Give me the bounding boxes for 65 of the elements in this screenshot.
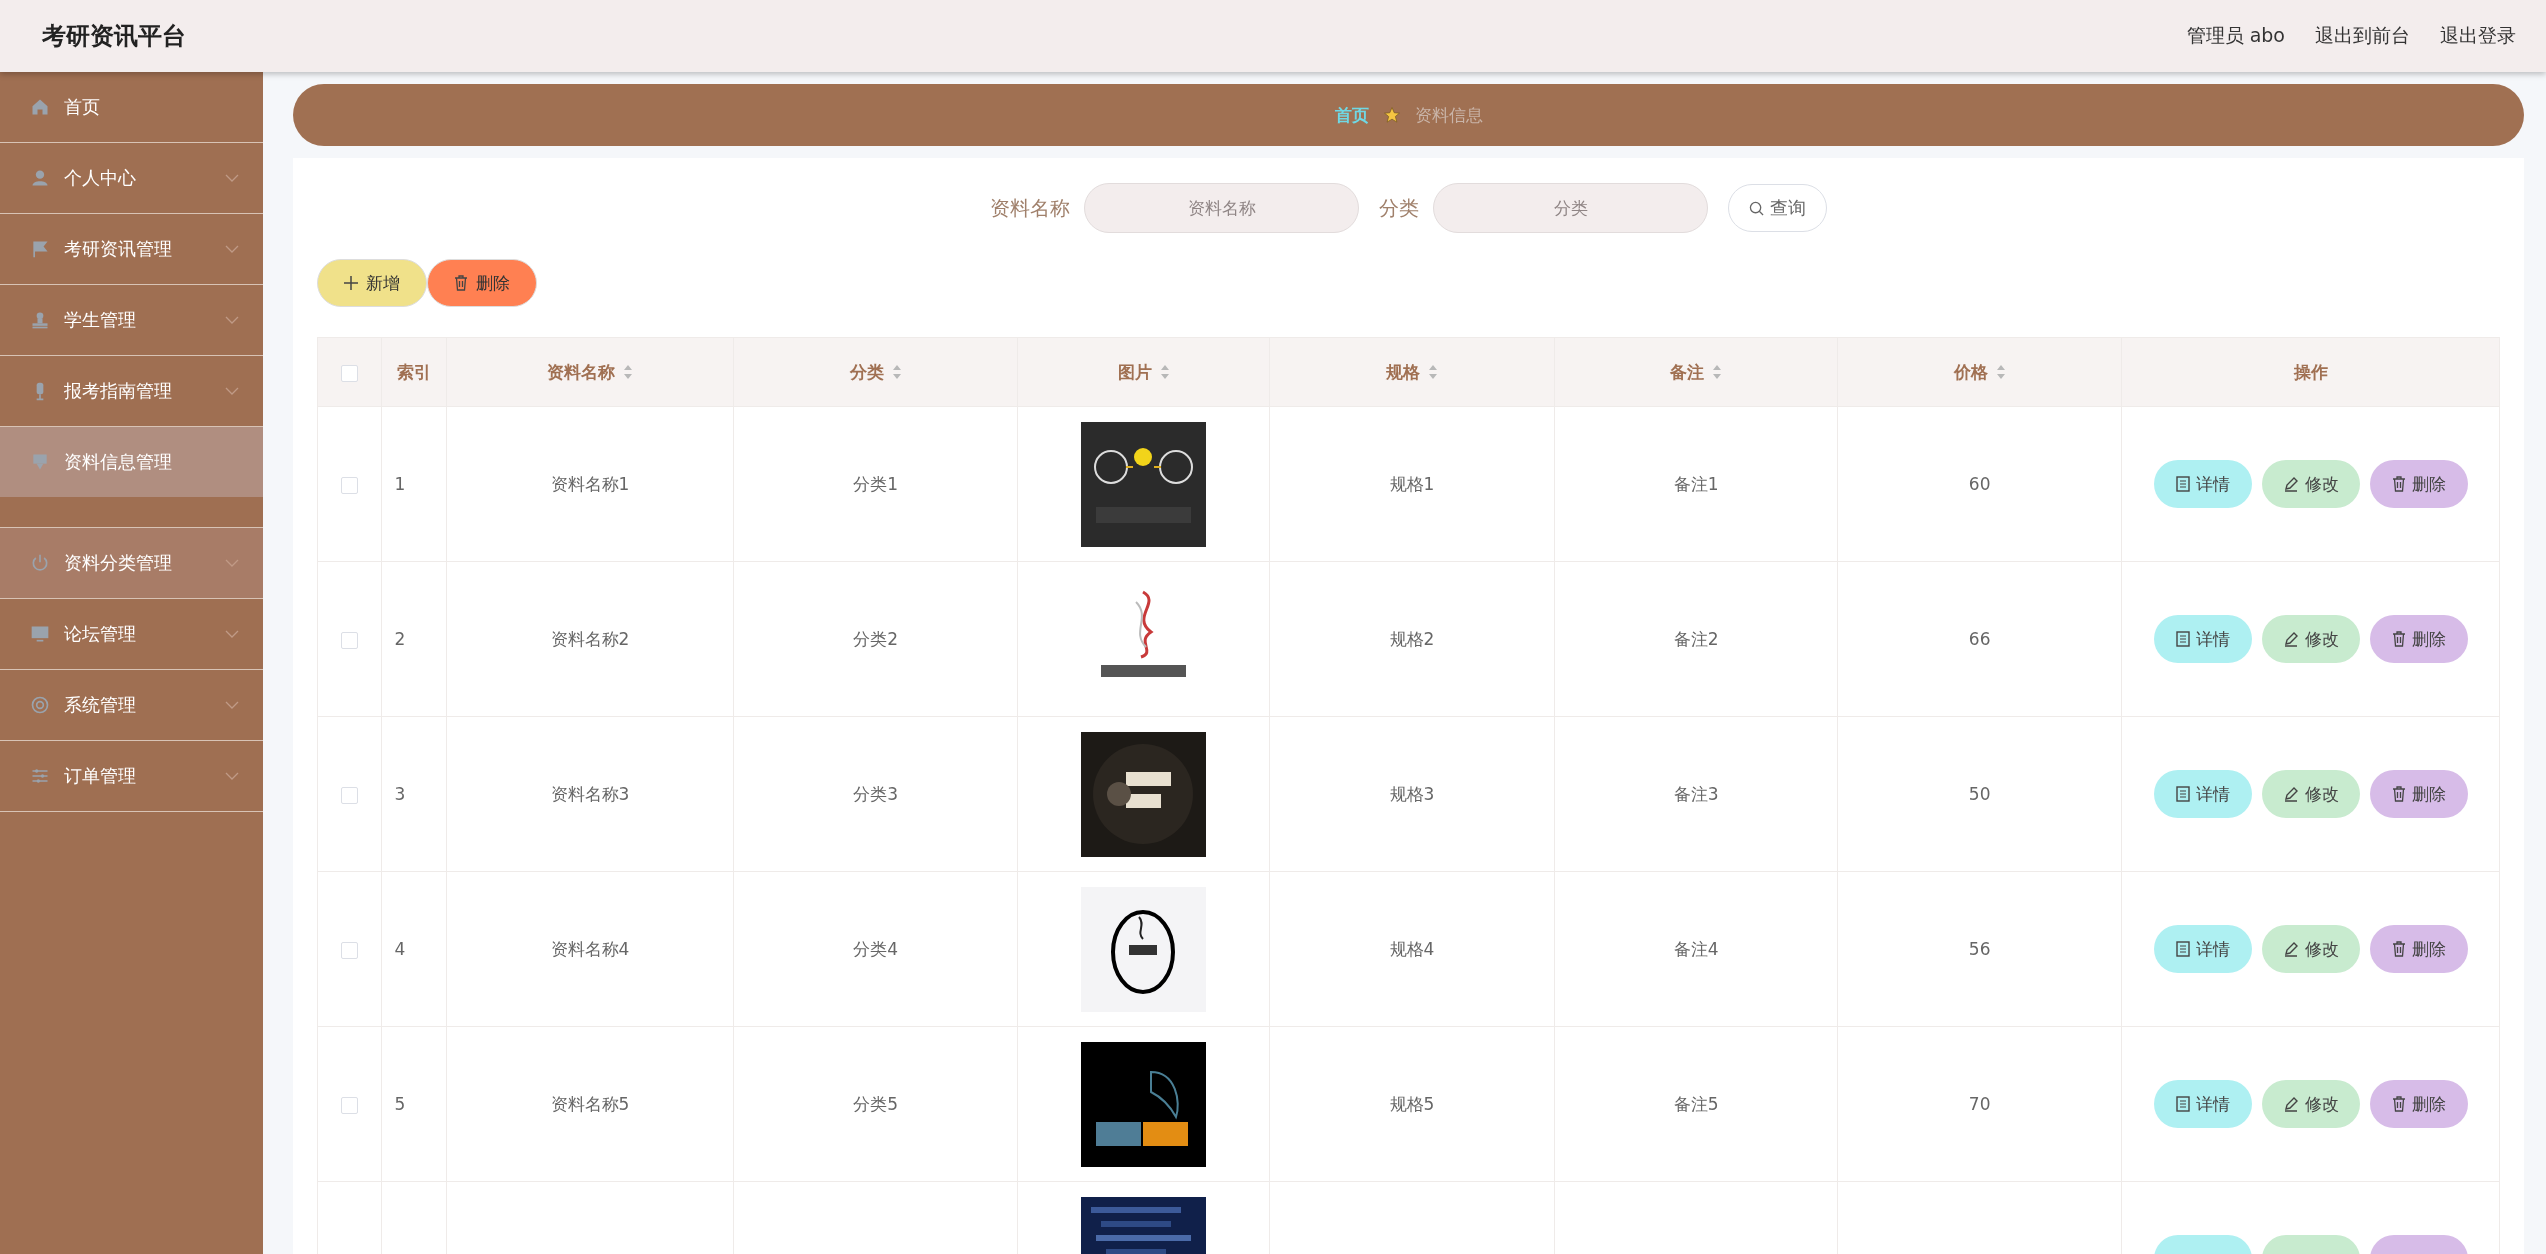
edit-button[interactable]: 修改 [2261, 1080, 2360, 1128]
table-cell: 资料名称5 [550, 1093, 630, 1114]
detail-button[interactable]: 详情 [2153, 615, 2252, 663]
edit-button[interactable]: 修改 [2261, 770, 2360, 818]
table-cell: 备注4 [1673, 938, 1719, 959]
table-cell: 1 [394, 474, 406, 494]
detail-button[interactable]: 详情 [2153, 460, 2252, 508]
app-title: 考研资讯平台 [42, 21, 186, 52]
column-header: 规格 [1386, 360, 1420, 384]
edit-button[interactable]: 修改 [2261, 925, 2360, 973]
edit-button[interactable]: 修改 [2261, 615, 2360, 663]
column-header: 分类 [849, 360, 884, 384]
detail-button[interactable]: 详情 [2153, 925, 2252, 973]
table-cell: 70 [1968, 1094, 1991, 1114]
table-cell: 备注1 [1673, 473, 1719, 494]
add-button[interactable]: 新增 [317, 259, 427, 307]
column-header: 图片 [1117, 360, 1152, 384]
table-cell: 资料名称4 [550, 938, 630, 959]
table-cell: 66 [1968, 629, 1991, 649]
table-cell: 2 [394, 629, 406, 649]
table-cell: 分类1 [853, 473, 898, 494]
table-cell: 资料名称1 [550, 473, 630, 494]
table-cell: 4 [394, 939, 406, 959]
table-cell: 5 [394, 1094, 406, 1114]
table-cell: 资料名称2 [550, 628, 630, 649]
column-header: 操作 [2293, 360, 2328, 384]
table-cell: 分类3 [853, 783, 898, 804]
delete-button[interactable]: 删除 [2369, 460, 2468, 508]
table-cell: 分类2 [853, 628, 898, 649]
column-header: 资料名称 [547, 360, 615, 384]
delete-button[interactable]: 删除 [2369, 770, 2468, 818]
table-cell: 60 [1968, 474, 1991, 494]
table-cell: 规格2 [1389, 628, 1435, 649]
table-cell: 备注3 [1673, 783, 1719, 804]
table-cell: 规格3 [1389, 783, 1435, 804]
table-cell: 分类4 [853, 938, 898, 959]
search-button[interactable]: 查询 [1728, 184, 1827, 232]
table-cell: 3 [394, 784, 406, 804]
table-cell: 备注5 [1673, 1093, 1719, 1114]
sidebar-item[interactable]: 资料分类管理 [0, 528, 263, 599]
search-field[interactable]: 资料名称 [1084, 183, 1359, 233]
table-cell: 规格4 [1389, 938, 1435, 959]
column-header: 索引 [397, 360, 432, 384]
field-label: 分类 [1379, 194, 1419, 222]
detail-button[interactable]: 详情 [2153, 770, 2252, 818]
header-link[interactable]: 退出到前台 [2315, 23, 2410, 49]
column-header: 价格 [1953, 360, 1988, 384]
table-cell: 分类5 [853, 1093, 898, 1114]
table-cell: 资料名称3 [550, 783, 630, 804]
detail-button[interactable]: 详情 [2153, 1080, 2252, 1128]
header-link[interactable]: 管理员 abo [2186, 23, 2285, 49]
table-cell: 备注2 [1673, 628, 1719, 649]
delete-button[interactable]: 删除 [427, 259, 537, 307]
table-cell: 56 [1968, 939, 1991, 959]
delete-button[interactable]: 删除 [2369, 925, 2468, 973]
header-link[interactable]: 退出登录 [2440, 23, 2516, 49]
search-field[interactable]: 分类 [1433, 183, 1708, 233]
edit-button[interactable]: 修改 [2261, 460, 2360, 508]
table-cell: 50 [1968, 784, 1991, 804]
table-cell: 规格1 [1389, 473, 1435, 494]
table-cell: 规格5 [1389, 1093, 1435, 1114]
field-label: 资料名称 [990, 194, 1070, 222]
column-header: 备注 [1670, 360, 1705, 384]
delete-button[interactable]: 删除 [2369, 1080, 2468, 1128]
delete-button[interactable]: 删除 [2369, 615, 2468, 663]
